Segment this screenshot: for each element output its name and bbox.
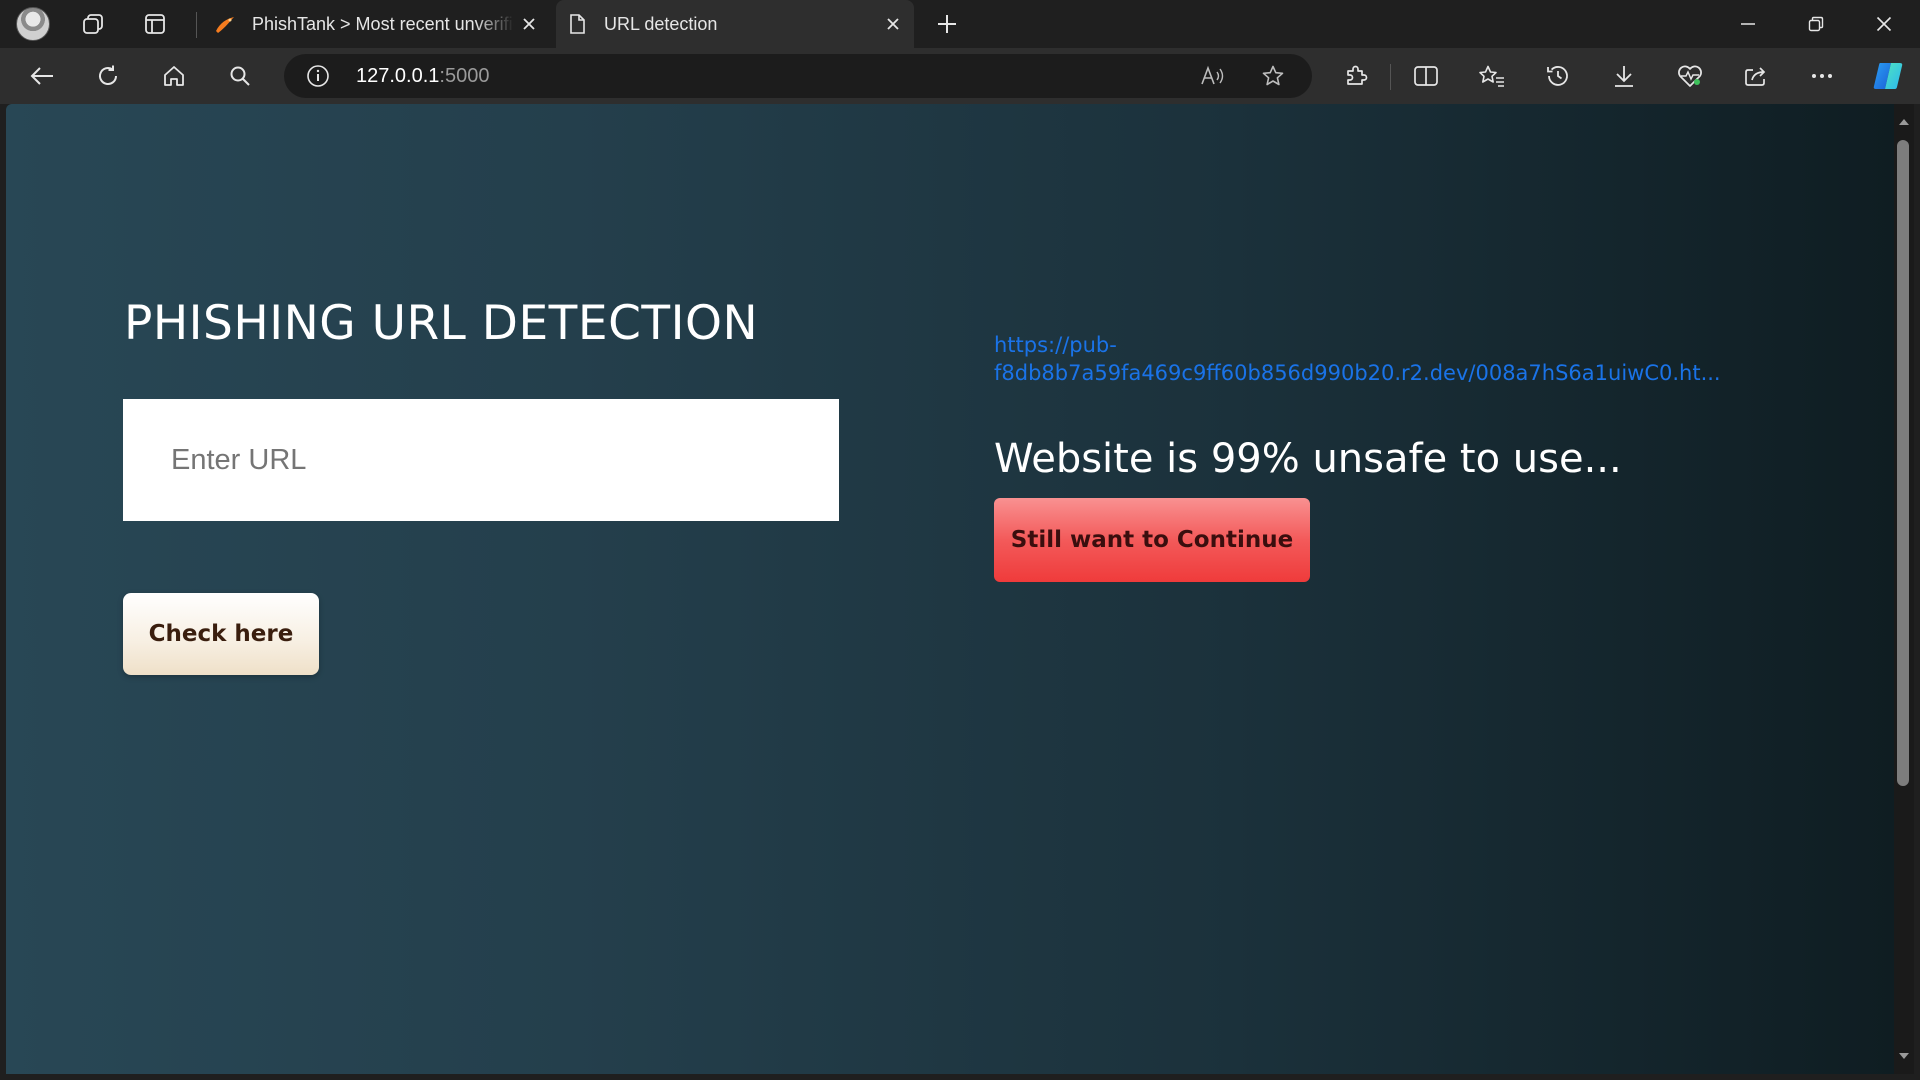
close-tab-button[interactable]: [878, 9, 908, 39]
puzzle-icon: [1347, 65, 1368, 85]
extensions-button[interactable]: [1334, 56, 1378, 96]
result-url-line1: https://pub-: [994, 333, 1117, 357]
minimize-button[interactable]: [1714, 4, 1782, 44]
browser-essentials-button[interactable]: [1668, 56, 1712, 96]
check-here-button[interactable]: Check here: [123, 593, 319, 675]
download-icon: [1615, 66, 1633, 87]
tab-title: URL detection: [604, 13, 718, 34]
page-icon: [566, 13, 588, 35]
more-dots-icon: [1812, 74, 1832, 78]
workspaces-button[interactable]: [68, 6, 118, 42]
copilot-icon: [1873, 63, 1903, 89]
plus-icon: [938, 15, 956, 33]
result-url-line2: f8db8b7a59fa469c9ff60b856d990b20.r2.dev/…: [994, 361, 1721, 385]
minimize-icon: [1741, 23, 1755, 25]
heart-pulse-icon: [1678, 65, 1702, 87]
info-icon[interactable]: [306, 64, 330, 88]
profile-avatar-button[interactable]: [8, 6, 58, 42]
url-host: 127.0.0.1: [356, 65, 440, 87]
close-icon: [1876, 16, 1892, 32]
tab-phishtank[interactable]: PhishTank > Most recent unverified phish…: [204, 4, 550, 44]
close-icon: [887, 18, 899, 30]
home-button[interactable]: [152, 56, 196, 96]
tab-strip: PhishTank > Most recent unverified phish…: [0, 0, 1920, 48]
result-url-link[interactable]: https://pub- f8db8b7a59fa469c9ff60b856d9…: [994, 331, 1764, 387]
back-arrow-icon: [30, 67, 53, 85]
share-button[interactable]: [1734, 56, 1778, 96]
copilot-button[interactable]: [1866, 56, 1910, 96]
toolbar-divider: [1390, 64, 1391, 90]
share-icon: [1745, 67, 1766, 86]
tab-actions-icon: [145, 14, 165, 34]
tab-divider: [196, 12, 197, 38]
address-url[interactable]: 127.0.0.1:5000: [356, 65, 489, 88]
favorites-button[interactable]: [1470, 56, 1514, 96]
star-icon: [1262, 65, 1284, 86]
read-aloud-icon: [1201, 65, 1224, 85]
workspaces-icon: [83, 14, 103, 34]
safety-verdict: Website is 99% unsafe to use...: [994, 436, 1622, 482]
tab-url-detection[interactable]: URL detection: [556, 0, 914, 48]
search-button[interactable]: [218, 56, 262, 96]
url-port: :5000: [439, 65, 490, 87]
history-icon: [1547, 66, 1568, 86]
avatar: [16, 7, 50, 41]
scroll-down-icon[interactable]: [1896, 1048, 1912, 1064]
history-button[interactable]: [1536, 56, 1580, 96]
close-icon: [523, 18, 535, 30]
read-aloud-button[interactable]: [1198, 62, 1228, 90]
favorites-icon: [1479, 65, 1504, 87]
scroll-up-icon[interactable]: [1896, 114, 1912, 130]
phishtank-fish-icon: [214, 13, 236, 35]
tab-title: PhishTank > Most recent unverified phish…: [252, 13, 514, 34]
continue-button[interactable]: Still want to Continue: [994, 498, 1310, 582]
new-tab-button[interactable]: [922, 6, 972, 42]
refresh-icon: [99, 65, 117, 85]
settings-more-button[interactable]: [1800, 56, 1844, 96]
page-title: PHISHING URL DETECTION: [124, 296, 759, 351]
scrollbar-thumb[interactable]: [1897, 140, 1909, 786]
page-viewport: PHISHING URL DETECTION Check here https:…: [6, 104, 1894, 1074]
home-icon: [164, 66, 184, 86]
search-icon: [230, 66, 250, 86]
close-tab-button[interactable]: [514, 9, 544, 39]
restore-icon: [1808, 16, 1824, 32]
favorite-star-button[interactable]: [1258, 62, 1288, 90]
vertical-tabs-button[interactable]: [130, 6, 180, 42]
browser-toolbar: 127.0.0.1:5000: [0, 48, 1920, 104]
close-window-button[interactable]: [1850, 4, 1918, 44]
url-input[interactable]: [123, 399, 839, 521]
split-screen-button[interactable]: [1404, 56, 1448, 96]
restore-button[interactable]: [1782, 4, 1850, 44]
downloads-button[interactable]: [1602, 56, 1646, 96]
back-button[interactable]: [20, 56, 64, 96]
split-screen-icon: [1414, 66, 1438, 86]
refresh-button[interactable]: [86, 56, 130, 96]
address-bar[interactable]: 127.0.0.1:5000: [284, 54, 1312, 98]
